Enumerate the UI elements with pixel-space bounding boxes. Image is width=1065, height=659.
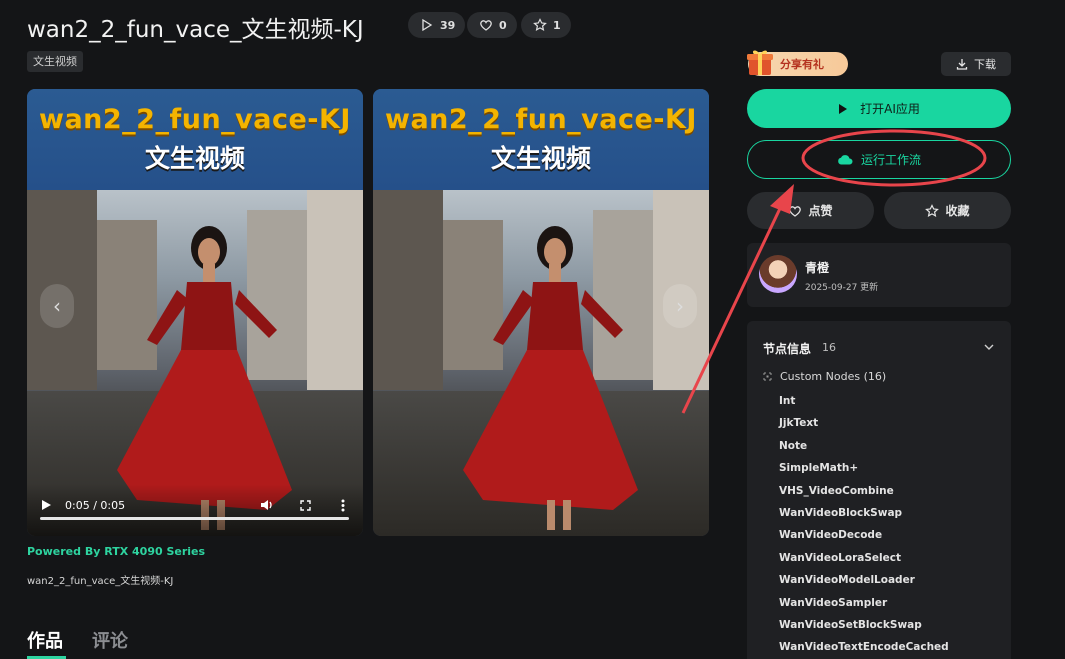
node-item: WanVideoModelLoader: [779, 574, 915, 587]
play-button-icon[interactable]: [40, 499, 52, 511]
favorite-label: 收藏: [945, 204, 970, 218]
chevron-down-icon[interactable]: [983, 341, 995, 353]
run-workflow-button[interactable]: 运行工作流: [747, 140, 1011, 179]
avatar[interactable]: [759, 255, 797, 293]
prev-arrow-icon[interactable]: ‹: [40, 284, 74, 328]
run-workflow-label: 运行工作流: [860, 153, 921, 167]
node-list: Int JjkText Note SimpleMath+ VHS_VideoCo…: [779, 393, 949, 659]
download-button[interactable]: 下载: [941, 52, 1011, 76]
node-item: WanVideoBlockSwap: [779, 506, 903, 519]
video-banner: wan2_2_fun_vace-KJ 文生视频: [27, 89, 363, 190]
download-icon: [956, 59, 968, 70]
likes-counter[interactable]: 0: [467, 12, 517, 38]
like-label: 点赞: [808, 204, 833, 218]
node-info-title: 节点信息: [763, 342, 812, 356]
open-ai-app-label: 打开AI应用: [860, 102, 920, 116]
video-player[interactable]: wan2_2_fun_vace-KJ 文生视频 ‹ 0:05 / 0:05: [27, 89, 363, 536]
file-name: wan2_2_fun_vace_文生视频-KJ: [27, 576, 174, 587]
author-updated-date: 2025-09-27 更新: [805, 283, 879, 293]
gift-icon: [747, 50, 773, 75]
cloud-icon: [838, 155, 853, 165]
image-banner: wan2_2_fun_vace-KJ 文生视频: [373, 89, 709, 190]
preview-image[interactable]: wan2_2_fun_vace-KJ 文生视频 ›: [373, 89, 709, 536]
custom-nodes-label: Custom Nodes (16): [780, 370, 887, 383]
node-item: WanVideoDecode: [779, 529, 883, 542]
video-controls: 0:05 / 0:05: [27, 484, 363, 536]
favorites-count: 1: [553, 18, 561, 32]
banner-subtitle: 文生视频: [144, 144, 245, 173]
likes-count: 0: [499, 18, 507, 32]
banner-title: wan2_2_fun_vace-KJ: [385, 104, 697, 135]
heart-icon: [789, 206, 802, 217]
dress-figure: [463, 226, 638, 530]
node-item: VHS_VideoCombine: [779, 484, 894, 497]
volume-icon[interactable]: [260, 499, 274, 511]
page-title: wan2_2_fun_vace_文生视频-KJ: [27, 17, 364, 43]
page: wan2_2_fun_vace_文生视频-KJ 39 0 1 文生视频 wan2…: [0, 0, 1065, 659]
category-tag[interactable]: 文生视频: [27, 51, 83, 72]
node-item: WanVideoSampler: [779, 596, 888, 609]
plays-counter[interactable]: 39: [408, 12, 466, 38]
powered-by: Powered By RTX 4090 Series: [27, 545, 206, 558]
node-item: SimpleMath+: [779, 462, 859, 475]
video-progress-bar[interactable]: [40, 517, 349, 520]
node-info-count: 16: [822, 341, 836, 354]
open-ai-app-button[interactable]: 打开AI应用: [747, 89, 1011, 128]
banner-subtitle: 文生视频: [490, 144, 591, 173]
node-info-panel: 节点信息 16 Custom Nodes (16) Int JjkText No…: [747, 321, 1011, 659]
play-icon: [422, 18, 433, 32]
banner-title: wan2_2_fun_vace-KJ: [39, 104, 351, 135]
fullscreen-icon[interactable]: [300, 500, 311, 511]
favorites-counter[interactable]: 1: [521, 12, 571, 38]
tab-works[interactable]: 作品: [27, 627, 63, 653]
heart-icon: [480, 20, 492, 31]
node-item: WanVideoTextEncodeCached: [779, 641, 949, 654]
plays-count: 39: [440, 18, 456, 32]
node-item: Note: [779, 439, 808, 452]
node-item: Int: [779, 395, 796, 407]
author-name[interactable]: 青橙: [805, 259, 829, 276]
video-time: 0:05 / 0:05: [65, 499, 126, 512]
tab-comments[interactable]: 评论: [92, 627, 128, 653]
favorite-button[interactable]: 收藏: [884, 192, 1011, 229]
author-card[interactable]: 青橙 2025-09-27 更新: [747, 243, 1011, 307]
star-icon: [925, 203, 940, 217]
custom-nodes-group[interactable]: Custom Nodes (16): [763, 370, 886, 383]
node-item: WanVideoLoraSelect: [779, 551, 901, 564]
like-button[interactable]: 点赞: [747, 192, 874, 229]
node-item: WanVideoSetBlockSwap: [779, 618, 922, 631]
share-label: 分享有礼: [780, 58, 824, 71]
play-icon: [839, 103, 848, 114]
node-item: JjkText: [779, 417, 819, 430]
more-options-icon[interactable]: [341, 499, 345, 512]
download-label: 下载: [974, 58, 996, 71]
next-arrow-icon[interactable]: ›: [663, 284, 697, 328]
image-frame: [373, 190, 709, 536]
node-group-icon: [763, 372, 772, 381]
star-icon: [533, 18, 547, 31]
